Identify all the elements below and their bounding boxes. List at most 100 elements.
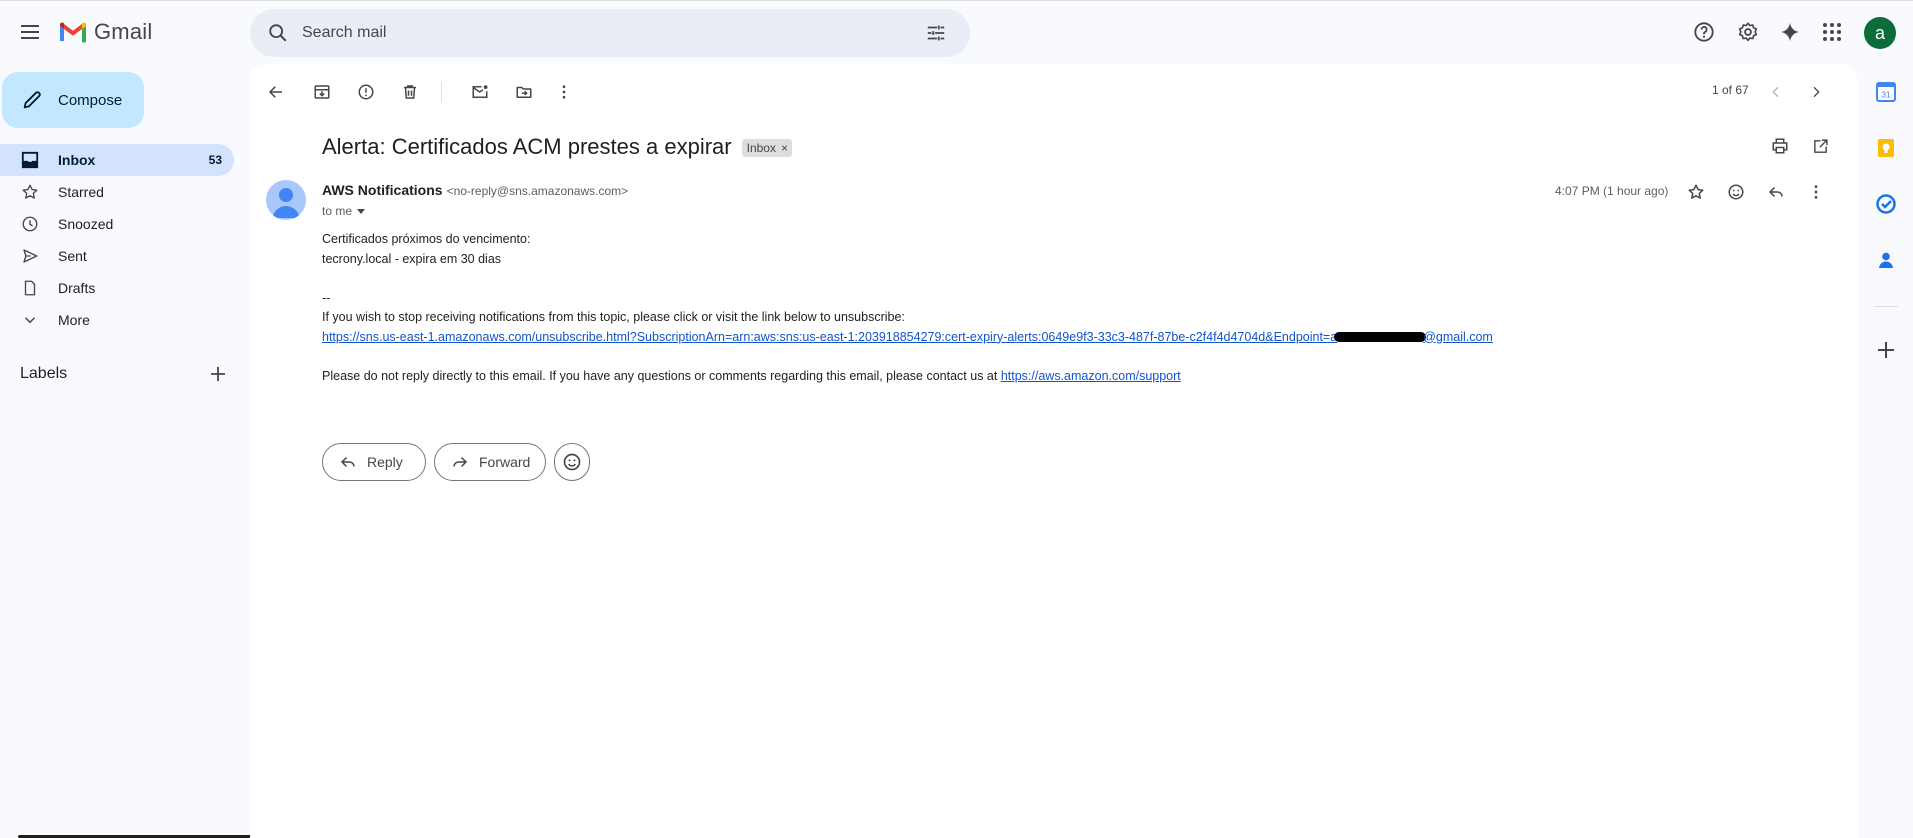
labels-section-header: Labels (20, 362, 230, 386)
create-label-button[interactable] (206, 362, 230, 386)
gmail-logo[interactable]: Gmail (58, 19, 152, 45)
report-spam-button[interactable] (350, 76, 382, 108)
settings-button[interactable] (1730, 14, 1766, 50)
chevron-left-icon (1772, 86, 1779, 98)
unread-count: 53 (208, 153, 222, 167)
recipient-text: to me (322, 204, 353, 218)
plus-icon (1878, 342, 1894, 358)
redaction-mark (1334, 332, 1427, 343)
tune-icon (927, 25, 945, 41)
label-chip-text: Inbox (746, 141, 776, 155)
emoji-react-button[interactable] (554, 443, 590, 481)
sidebar-item-snoozed[interactable]: Snoozed (0, 208, 234, 240)
sidebar-item-drafts[interactable]: Drafts (0, 272, 234, 304)
sidebar-item-label: Starred (58, 184, 104, 200)
support-link[interactable]: https://aws.amazon.com/support (1001, 369, 1181, 383)
sidebar-item-starred[interactable]: Starred (0, 176, 234, 208)
rail-divider (1874, 306, 1898, 307)
sidebar-item-label: Snoozed (58, 216, 114, 232)
move-to-button[interactable] (508, 76, 540, 108)
open-new-window-button[interactable] (1804, 130, 1836, 162)
clock-icon (20, 214, 40, 234)
message-subject: Alerta: Certificados ACM prestes a expir… (322, 134, 732, 159)
sidebar-item-more[interactable]: More (0, 304, 234, 336)
calendar-app-button[interactable]: 31 (1870, 76, 1902, 108)
compose-button[interactable]: Compose (2, 72, 144, 128)
archive-icon (314, 85, 330, 99)
star-message-button[interactable] (1680, 176, 1712, 208)
message-body: Certificados próximos do vencimento: tec… (322, 230, 1622, 386)
label-chip: Inbox × (741, 139, 792, 157)
apps-grid-icon (1823, 23, 1841, 41)
remove-label-icon[interactable]: × (781, 141, 788, 155)
search-input[interactable] (302, 24, 916, 42)
star-icon (20, 182, 40, 202)
mark-unread-button[interactable] (464, 76, 496, 108)
newer-button[interactable] (1760, 76, 1792, 108)
archive-button[interactable] (306, 76, 338, 108)
open-in-new-icon (1813, 138, 1828, 153)
support-button[interactable] (1686, 14, 1722, 50)
message-view: 1 of 67 Alerta: Certificados ACM prestes… (250, 64, 1857, 838)
unsubscribe-text: If you wish to stop receiving notificati… (322, 310, 905, 324)
back-button[interactable] (260, 76, 292, 108)
print-button[interactable] (1764, 130, 1796, 162)
contacts-icon (1879, 252, 1893, 268)
plus-icon (211, 367, 225, 381)
trash-icon (404, 85, 416, 99)
arrow-back-icon (268, 86, 282, 98)
search-icon (269, 24, 287, 42)
chevron-down-icon (20, 310, 40, 330)
reply-icon-button[interactable] (1760, 176, 1792, 208)
get-addons-button[interactable] (1870, 334, 1902, 366)
person-icon (272, 188, 300, 218)
more-actions-button[interactable] (548, 76, 580, 108)
sidebar-item-sent[interactable]: Sent (0, 240, 234, 272)
keep-app-button[interactable] (1870, 132, 1902, 164)
reply-button[interactable]: Reply (322, 443, 426, 481)
subject-row: Alerta: Certificados ACM prestes a expir… (322, 134, 792, 160)
account-avatar[interactable]: a (1864, 17, 1896, 49)
search-options-button[interactable] (916, 13, 956, 53)
sidebar-item-inbox[interactable]: Inbox 53 (0, 144, 234, 176)
mark-unread-icon (472, 85, 488, 98)
sender-email: <no-reply@sns.amazonaws.com> (446, 184, 629, 198)
chevron-right-icon (1813, 86, 1820, 98)
body-line: Certificados próximos do vencimento: (322, 232, 531, 246)
add-reaction-button[interactable] (1720, 176, 1752, 208)
forward-button[interactable]: Forward (434, 443, 546, 481)
main-menu-button[interactable] (12, 14, 48, 50)
unsubscribe-link-start: https://sns.us-east-1.amazonaws.com/unsu… (322, 329, 1338, 344)
gear-icon (1738, 22, 1758, 42)
sender-avatar[interactable] (266, 180, 306, 220)
search-bar[interactable] (250, 9, 970, 57)
svg-text:31: 31 (1882, 91, 1891, 100)
keep-icon (1878, 139, 1894, 157)
tasks-app-button[interactable] (1870, 188, 1902, 220)
sender-name[interactable]: AWS Notifications (322, 182, 443, 198)
calendar-icon: 31 (1876, 82, 1896, 102)
forward-icon (451, 453, 469, 471)
move-to-folder-icon (516, 86, 532, 98)
app-header: Gmail a (0, 0, 1913, 64)
help-icon (1694, 22, 1714, 42)
inbox-icon (20, 150, 40, 170)
older-button[interactable] (1800, 76, 1832, 108)
recipient-details-toggle[interactable]: to me (322, 204, 366, 218)
message-date: 4:07 PM (1 hour ago) (1555, 184, 1669, 198)
unsubscribe-link[interactable]: https://sns.us-east-1.amazonaws.com/unsu… (322, 330, 1493, 344)
caret-down-icon (357, 209, 366, 214)
noreply-text: Please do not reply directly to this ema… (322, 368, 1001, 383)
pencil-icon (20, 88, 44, 112)
search-button[interactable] (254, 9, 302, 57)
message-more-button[interactable] (1800, 176, 1832, 208)
delete-button[interactable] (394, 76, 426, 108)
contacts-app-button[interactable] (1870, 244, 1902, 276)
star-outline-icon (1688, 184, 1704, 199)
forward-label: Forward (479, 454, 531, 470)
gemini-button[interactable] (1772, 14, 1808, 50)
send-icon (20, 246, 40, 266)
apps-button[interactable] (1814, 14, 1850, 50)
more-vert-icon (562, 85, 566, 99)
draft-icon (20, 278, 40, 298)
